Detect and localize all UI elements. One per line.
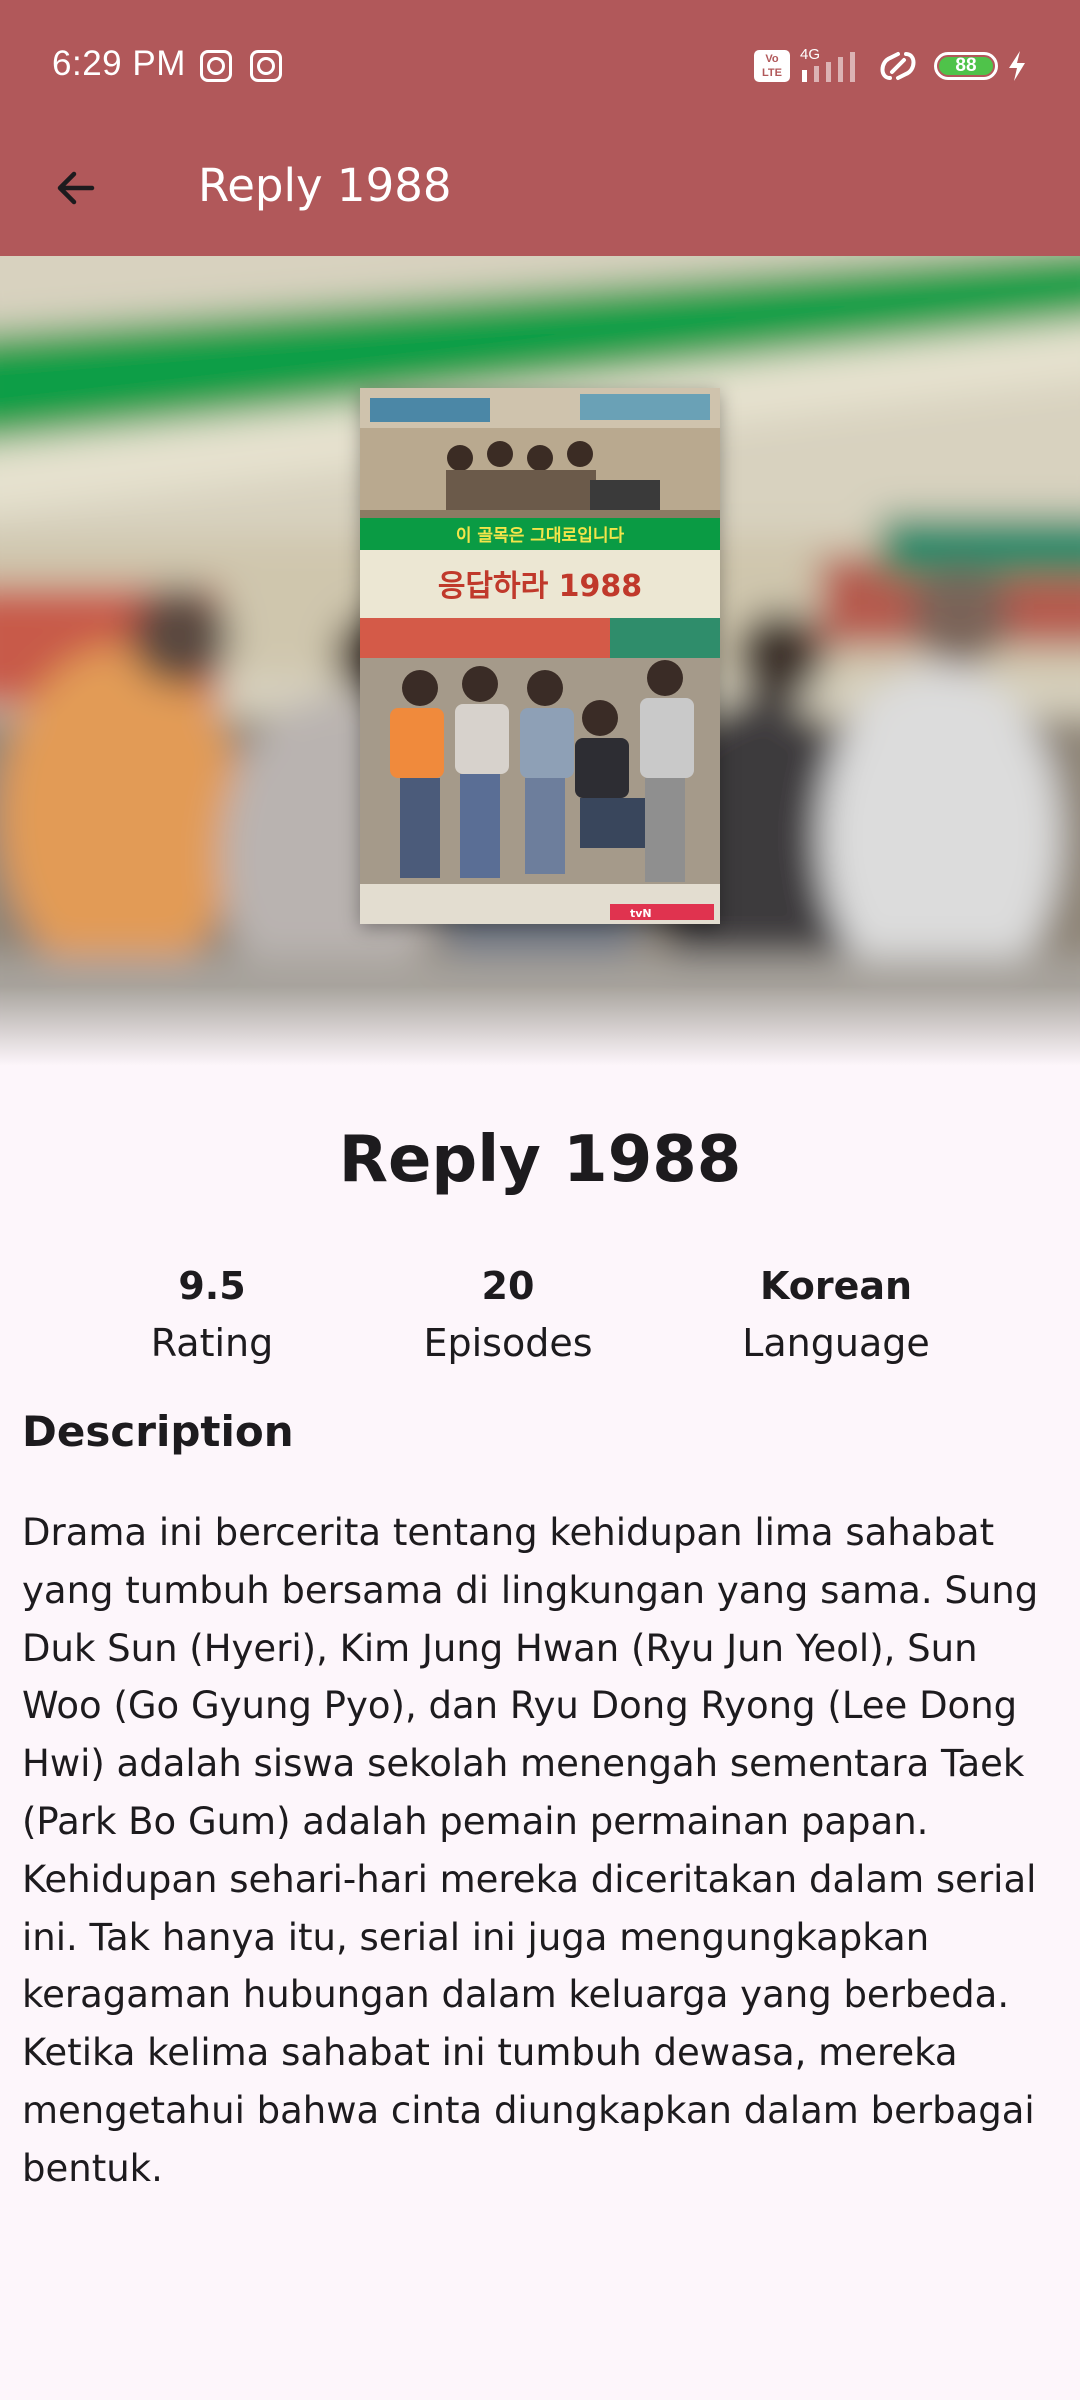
poster-logo-text: 응답하라 1988: [438, 569, 642, 604]
status-time: 6:29 PM: [52, 44, 186, 83]
link-icon: [880, 52, 916, 80]
episodes-stat: 20 Episodes: [358, 1258, 658, 1372]
notification-icon: [250, 50, 282, 82]
poster-banner-text: 이 골목은 그대로입니다: [456, 526, 625, 546]
battery-icon: 88: [934, 52, 998, 80]
episodes-value: 20: [481, 1264, 535, 1308]
poster-channel-text: tvN: [630, 907, 652, 920]
language-stat: Korean Language: [686, 1258, 986, 1372]
episodes-label: Episodes: [423, 1321, 593, 1365]
signal-icon: [802, 52, 855, 82]
drama-title: Reply 1988: [338, 1123, 742, 1197]
volte-icon: Vo LTE: [754, 50, 790, 82]
app-header: 6:29 PM Vo LTE 4G 88 Reply 1988: [0, 0, 1080, 256]
back-button[interactable]: [36, 148, 116, 228]
notification-icon: [200, 50, 232, 82]
language-value: Korean: [759, 1264, 913, 1308]
status-bar: 6:29 PM Vo LTE 4G 88: [0, 0, 1080, 134]
stats-row: 9.5 Rating 20 Episodes Korean Language: [0, 1258, 1080, 1378]
description-text: Drama ini bercerita tentang kehidupan li…: [22, 1511, 1039, 2190]
app-bar-title: Reply 1988: [198, 159, 452, 212]
arrow-back-icon: [57, 171, 95, 205]
language-label: Language: [742, 1321, 930, 1365]
charging-icon: [1009, 51, 1025, 81]
app-bar: Reply 1988: [0, 134, 1080, 256]
battery-level: 88: [939, 56, 993, 75]
description-heading: Description: [22, 1407, 294, 1456]
rating-stat: 9.5 Rating: [62, 1258, 362, 1372]
rating-value: 9.5: [178, 1264, 246, 1308]
hero-backdrop: 이 골목은 그대로입니다 응답하라 1988 tvN: [0, 256, 1080, 1066]
poster-art: 이 골목은 그대로입니다 응답하라 1988 tvN: [360, 388, 720, 924]
rating-label: Rating: [150, 1321, 274, 1365]
hero-fade: [0, 986, 1080, 1066]
poster-image[interactable]: 이 골목은 그대로입니다 응답하라 1988 tvN: [360, 388, 720, 924]
